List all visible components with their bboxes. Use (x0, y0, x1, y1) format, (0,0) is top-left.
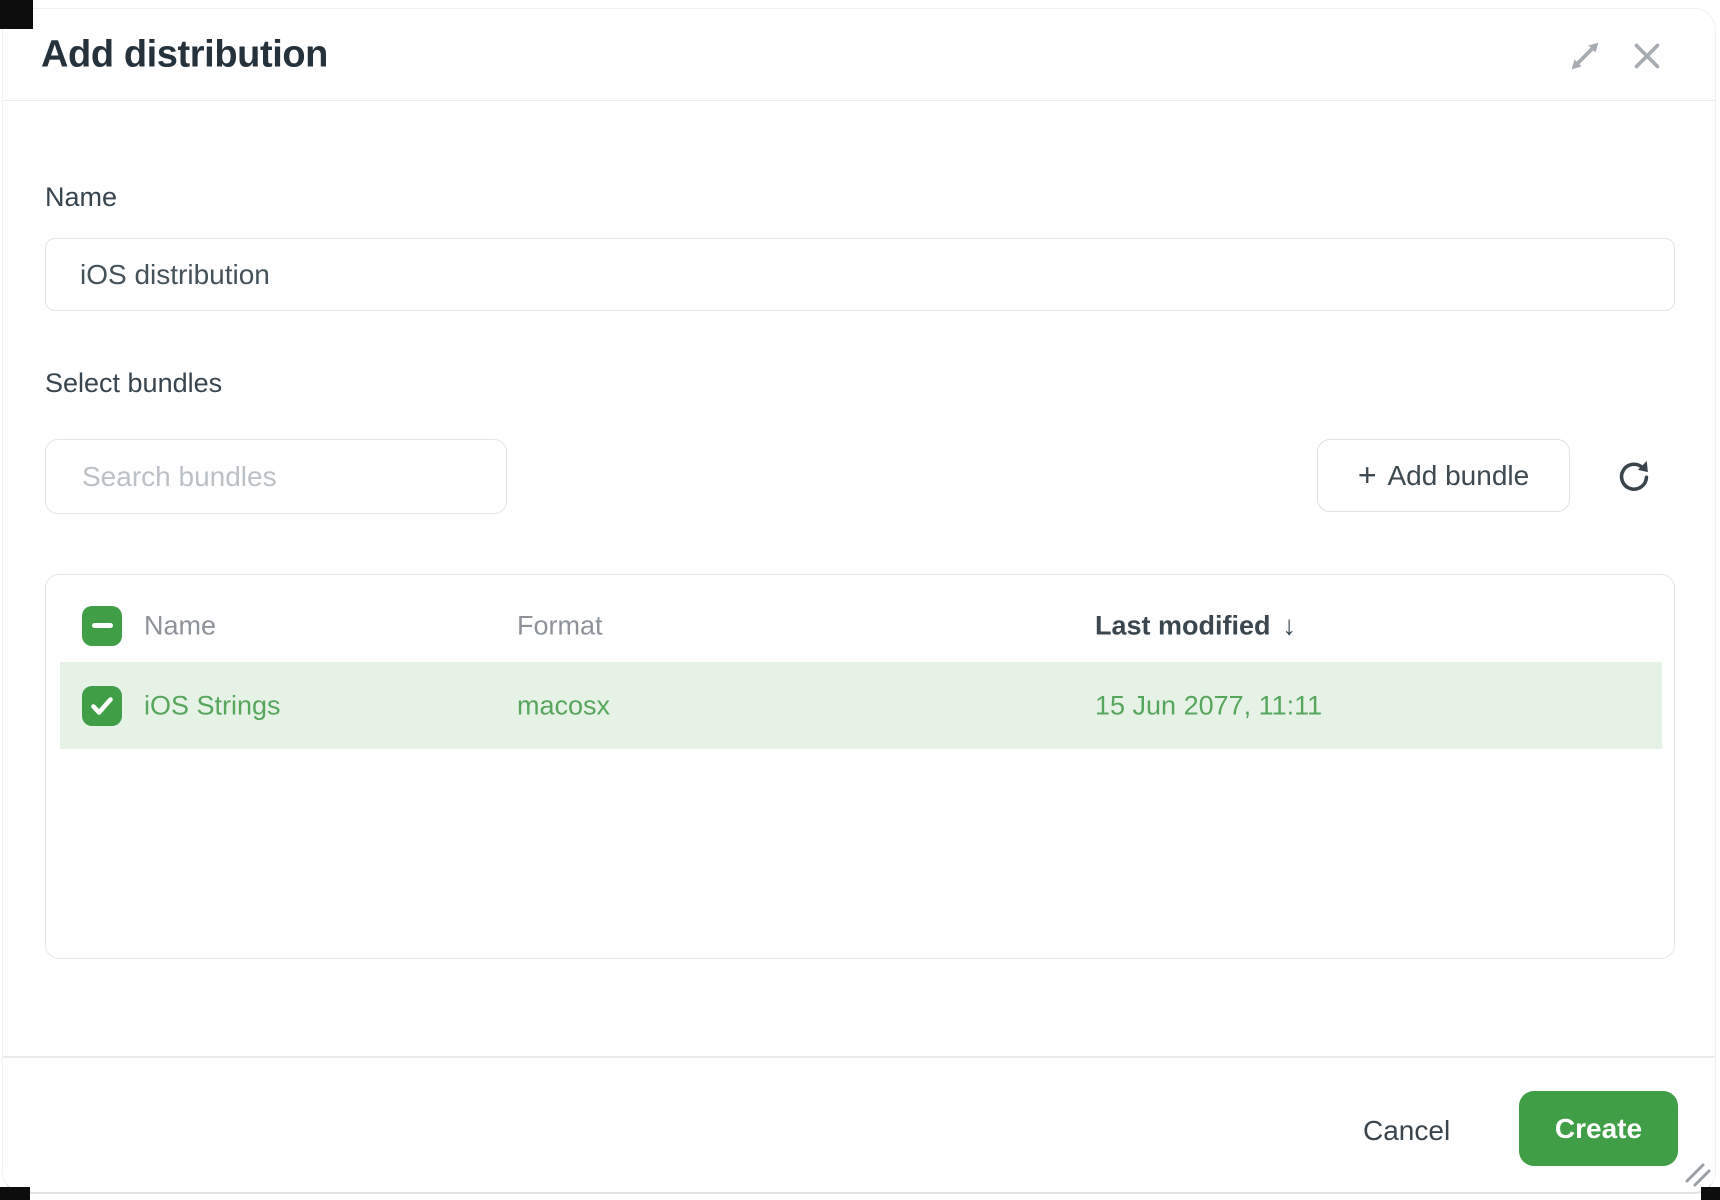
select-all-checkbox[interactable] (82, 606, 122, 646)
screen: Add distribution (0, 0, 1720, 1200)
column-header-last-modified[interactable]: Last modified ↓ (1095, 610, 1296, 641)
search-bundles-input[interactable] (45, 439, 507, 514)
resize-handle[interactable] (1684, 1162, 1712, 1188)
background-corner-bottom-right (1701, 1187, 1720, 1200)
add-bundle-button[interactable]: + Add bundle (1317, 439, 1570, 512)
close-dialog-button[interactable] (1625, 36, 1669, 80)
dialog-title: Add distribution (41, 33, 328, 76)
expand-icon (1565, 36, 1605, 81)
close-icon (1628, 37, 1666, 80)
check-icon (82, 686, 122, 726)
column-header-last-modified-label: Last modified (1095, 610, 1271, 641)
bundles-table-header: Name Format Last modified ↓ (60, 589, 1662, 662)
indeterminate-minus-icon (92, 623, 113, 629)
refresh-bundles-button[interactable] (1611, 454, 1657, 500)
cancel-button[interactable]: Cancel (1355, 1109, 1458, 1153)
row-checkbox-checked[interactable] (82, 686, 122, 726)
expand-dialog-button[interactable] (1563, 36, 1607, 80)
create-button[interactable]: Create (1519, 1091, 1678, 1166)
column-header-format[interactable]: Format (517, 610, 603, 641)
select-bundles-label: Select bundles (45, 368, 222, 399)
column-header-name[interactable]: Name (144, 610, 216, 641)
background-corner-top-left (0, 0, 33, 29)
bundle-format-cell: macosx (517, 690, 610, 721)
bundle-row-ios-strings[interactable]: iOS Strings macosx 15 Jun 2077, 11:11 (60, 662, 1662, 749)
distribution-name-input[interactable] (45, 238, 1675, 311)
add-distribution-dialog: Add distribution (2, 8, 1716, 1194)
bundle-name-cell: iOS Strings (144, 690, 281, 721)
footer-divider (3, 1056, 1715, 1058)
name-field-label: Name (45, 182, 117, 213)
bundles-table: Name Format Last modified ↓ (45, 574, 1675, 959)
add-bundle-button-label: Add bundle (1388, 460, 1530, 492)
sort-descending-icon: ↓ (1283, 610, 1297, 641)
bundle-last-modified-cell: 15 Jun 2077, 11:11 (1095, 690, 1322, 721)
dialog-header: Add distribution (3, 9, 1715, 101)
plus-icon: + (1358, 459, 1377, 491)
refresh-icon (1614, 456, 1654, 499)
background-corner-bottom-left (0, 1187, 30, 1200)
